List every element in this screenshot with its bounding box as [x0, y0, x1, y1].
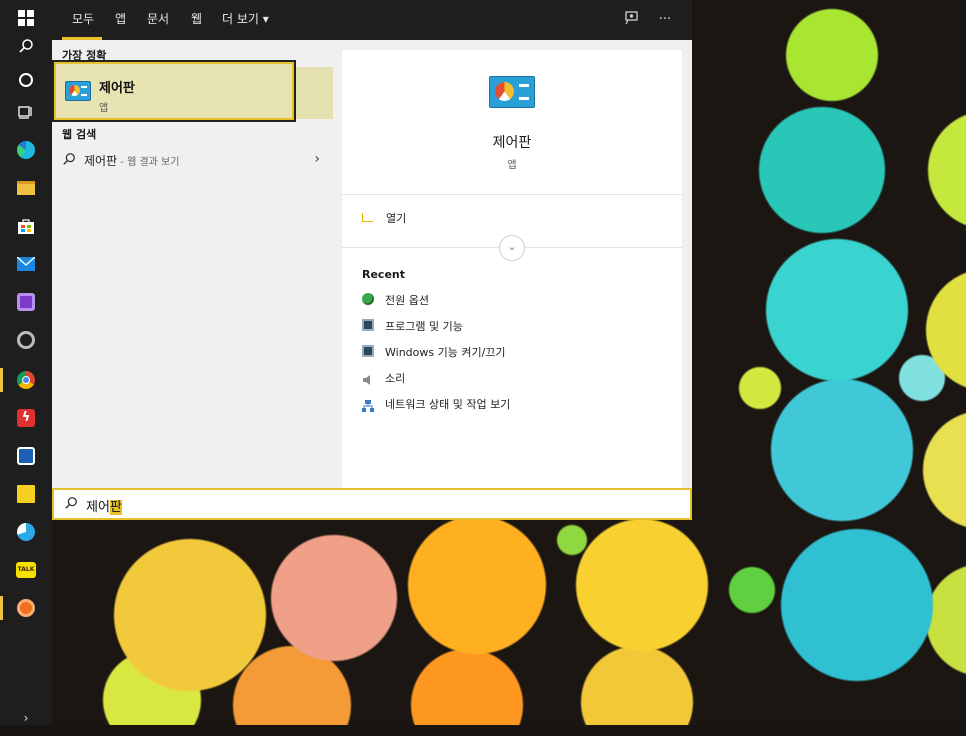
recent-item-label: 프로그램 및 기능 — [385, 320, 463, 333]
recent-item-label: Windows 기능 켜기/끄기 — [385, 346, 506, 359]
best-match-subtitle: 앱 — [99, 103, 109, 114]
web-result-suffix: - 웹 결과 보기 — [117, 157, 180, 168]
ellipsis-icon[interactable]: ··· — [655, 10, 675, 30]
open-action[interactable]: 열기 — [342, 202, 682, 232]
network-icon — [362, 397, 374, 412]
tab-documents[interactable]: 문서 — [147, 0, 169, 40]
mail-envelope-icon[interactable] — [0, 246, 52, 282]
record-circle-icon[interactable] — [0, 322, 52, 358]
tab-more-label: 더 보기 — [222, 12, 259, 26]
recent-item-label: 전원 옵션 — [385, 294, 429, 307]
bird-app-icon[interactable] — [0, 514, 52, 550]
search-icon — [64, 496, 78, 514]
results-list: 가장 정확 제어판 앱 웹 검색 제어판 - 웹 결과 보기 › — [52, 40, 334, 488]
recent-item-sound[interactable]: 소리 — [362, 368, 662, 388]
web-search-heading: 웹 검색 — [62, 128, 97, 141]
search-typed-text: 제어 — [86, 500, 110, 515]
chrome-browser-icon[interactable] — [0, 362, 52, 398]
recent-item-network[interactable]: 네트워크 상태 및 작업 보기 — [362, 394, 662, 414]
recent-item-label: 네트워크 상태 및 작업 보기 — [385, 398, 511, 411]
search-filter-bar: 모두 앱 문서 웹 더 보기 ▾ ··· — [52, 0, 692, 40]
search-autocomplete-highlight: 판 — [109, 500, 122, 515]
web-search-result[interactable]: 제어판 - 웹 결과 보기 › — [52, 145, 334, 175]
open-label: 열기 — [386, 212, 407, 225]
recent-item-windows-features[interactable]: Windows 기능 켜기/끄기 — [362, 342, 662, 362]
task-view-icon[interactable] — [0, 94, 52, 130]
search-input[interactable]: 제어판 — [86, 496, 122, 515]
chevron-right-icon[interactable]: › — [0, 700, 52, 736]
chip-app-icon[interactable] — [0, 284, 52, 320]
chevron-right-icon[interactable]: › — [314, 151, 320, 167]
windows-features-icon — [362, 345, 374, 357]
edge-browser-icon[interactable] — [0, 132, 52, 168]
location-pin-icon[interactable] — [0, 590, 52, 626]
programs-features-icon — [362, 319, 374, 331]
folder-icon[interactable] — [0, 170, 52, 206]
cortana-circle-icon[interactable] — [0, 62, 52, 98]
feedback-person-icon[interactable] — [622, 10, 642, 30]
calendar-grid-icon[interactable] — [0, 438, 52, 474]
preview-pane: 제어판 앱 열기 ⌄ Recent 전원 옵션 프로그램 및 기능 Window… — [342, 50, 682, 488]
lightning-app-icon[interactable]: ϟ — [0, 400, 52, 436]
expand-chevron-icon[interactable]: ⌄ — [499, 235, 525, 261]
search-icon[interactable] — [0, 28, 52, 64]
best-match-control-panel[interactable]: 제어판 앱 — [52, 60, 296, 122]
sticky-note-icon[interactable] — [0, 476, 52, 512]
store-bag-icon[interactable] — [0, 208, 52, 244]
recent-heading: Recent — [362, 268, 406, 281]
tab-web[interactable]: 웹 — [191, 0, 202, 40]
tab-more[interactable]: 더 보기 ▾ — [222, 0, 269, 40]
recent-item-power-options[interactable]: 전원 옵션 — [362, 290, 662, 310]
chevron-down-icon: ▾ — [262, 12, 269, 26]
active-indicator — [0, 596, 3, 620]
open-icon — [362, 213, 373, 222]
control-panel-icon — [489, 76, 535, 108]
speaker-icon — [362, 371, 374, 385]
search-flyout: 모두 앱 문서 웹 더 보기 ▾ ··· 가장 정확 제어판 앱 웹 검색 제어… — [52, 0, 692, 520]
taskbar: ϟ TALK › — [0, 0, 52, 725]
control-panel-icon — [65, 81, 91, 101]
recent-item-label: 소리 — [385, 372, 406, 385]
talk-bubble-icon[interactable]: TALK — [0, 552, 52, 588]
preview-subtitle: 앱 — [507, 160, 517, 171]
search-box[interactable]: 제어판 — [52, 488, 692, 520]
active-indicator — [0, 368, 3, 392]
tab-all[interactable]: 모두 — [72, 0, 94, 40]
web-result-query: 제어판 — [84, 154, 118, 168]
divider — [342, 194, 682, 195]
web-result-text: 제어판 - 웹 결과 보기 — [84, 152, 179, 169]
power-options-icon — [362, 293, 374, 305]
tab-apps[interactable]: 앱 — [115, 0, 126, 40]
recent-item-programs-features[interactable]: 프로그램 및 기능 — [362, 316, 662, 336]
best-match-title: 제어판 — [99, 81, 135, 96]
search-icon — [62, 151, 76, 170]
preview-title: 제어판 — [492, 135, 532, 151]
